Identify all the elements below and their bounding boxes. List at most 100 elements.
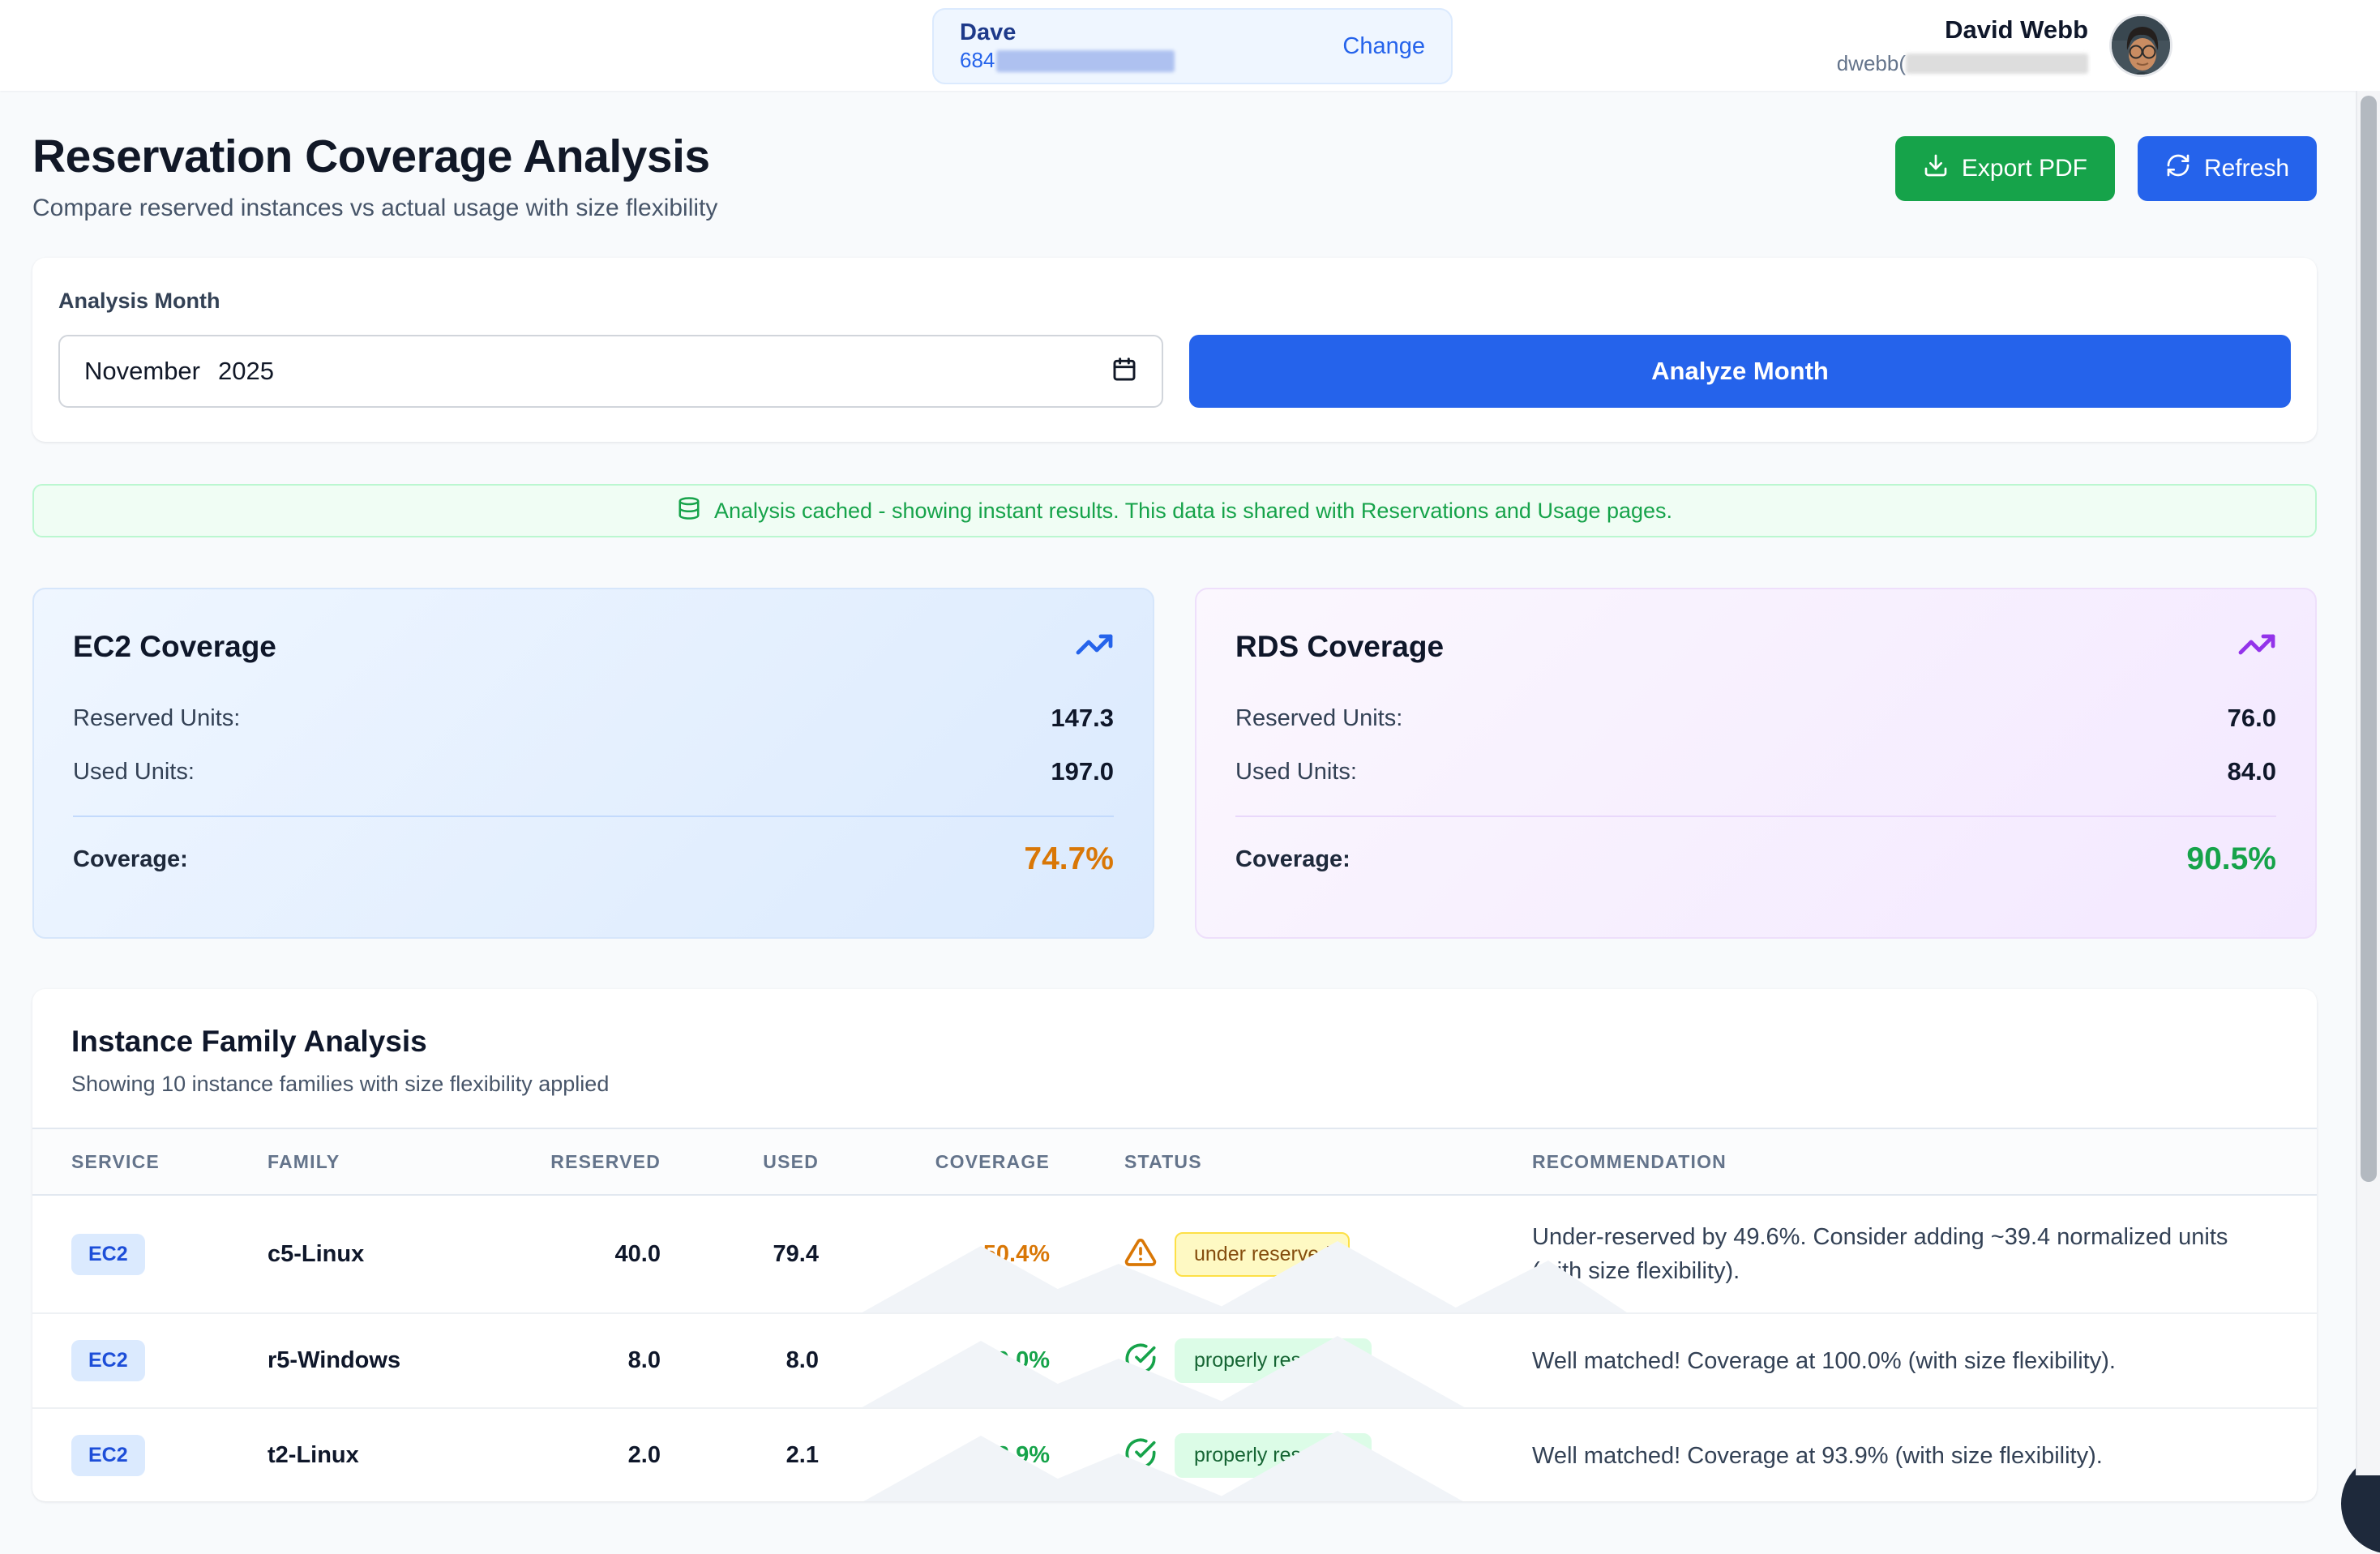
trending-up-icon xyxy=(1075,625,1114,668)
account-info: Dave 684 xyxy=(960,18,1175,75)
coverage-cards: EC2 Coverage Reserved Units: 147.3 Used … xyxy=(32,588,2317,939)
ec2-card-header: EC2 Coverage xyxy=(73,625,1114,668)
reserved-cell: 2.0 xyxy=(503,1442,661,1469)
user-email-prefix: dwebb( xyxy=(1837,51,1906,76)
rds-reserved-label: Reserved Units: xyxy=(1235,705,1402,732)
account-id-prefix: 684 xyxy=(960,47,995,75)
user-avatar[interactable] xyxy=(2109,14,2172,77)
redacted-account-id xyxy=(996,50,1175,72)
col-header-recommendation: Recommendation xyxy=(1500,1151,2278,1173)
user-text: David Webb dwebb( xyxy=(1837,15,2088,76)
rds-coverage-card: RDS Coverage Reserved Units: 76.0 Used U… xyxy=(1195,588,2317,939)
used-cell: 8.0 xyxy=(661,1347,819,1374)
refresh-button[interactable]: Refresh xyxy=(2138,136,2317,201)
rds-coverage-row: Coverage: 90.5% xyxy=(1235,841,2276,877)
recommendation-cell: Well matched! Coverage at 100.0% (with s… xyxy=(1500,1344,2278,1378)
recommendation-cell: Under-reserved by 49.6%. Consider adding… xyxy=(1500,1220,2278,1288)
ec2-coverage-card: EC2 Coverage Reserved Units: 147.3 Used … xyxy=(32,588,1154,939)
alert-triangle-icon xyxy=(1124,1236,1157,1273)
change-account-link[interactable]: Change xyxy=(1342,33,1425,60)
ec2-card-title: EC2 Coverage xyxy=(73,630,276,664)
used-cell: 2.1 xyxy=(661,1442,819,1469)
service-badge: EC2 xyxy=(71,1340,145,1381)
database-icon xyxy=(677,496,701,526)
col-header-family: Family xyxy=(268,1151,503,1173)
instance-family-analysis-card: Instance Family Analysis Showing 10 inst… xyxy=(32,989,2317,1501)
rds-used-value: 84.0 xyxy=(2228,757,2276,786)
status-badge: properly reserved xyxy=(1175,1338,1372,1383)
ec2-coverage-label: Coverage: xyxy=(73,846,188,873)
vertical-scrollbar-thumb[interactable] xyxy=(2361,96,2377,1182)
ec2-reserved-row: Reserved Units: 147.3 xyxy=(73,704,1114,733)
analyze-month-button[interactable]: Analyze Month xyxy=(1189,335,2291,408)
page-heading: Reservation Coverage Analysis Compare re… xyxy=(32,130,717,222)
status-badge: properly reserved xyxy=(1175,1433,1372,1478)
refresh-label: Refresh xyxy=(2204,155,2289,182)
account-id: 684 xyxy=(960,47,1175,75)
status-cell: under reserved xyxy=(1050,1232,1500,1277)
page-title: Reservation Coverage Analysis xyxy=(32,130,717,183)
page-actions: Export PDF Refresh xyxy=(1895,136,2317,201)
user-block: David Webb dwebb( xyxy=(1837,0,2172,91)
service-cell: EC2 xyxy=(71,1340,268,1381)
col-header-reserved: Reserved xyxy=(503,1151,661,1173)
ec2-coverage-value: 74.7% xyxy=(1024,841,1114,877)
month-row: November 2025 Analyze Month xyxy=(58,335,2291,408)
rds-card-header: RDS Coverage xyxy=(1235,625,2276,668)
service-cell: EC2 xyxy=(71,1435,268,1476)
export-pdf-label: Export PDF xyxy=(1962,155,2087,182)
export-pdf-button[interactable]: Export PDF xyxy=(1895,136,2115,201)
coverage-cell: 50.4% xyxy=(819,1241,1050,1268)
check-circle-icon xyxy=(1124,1342,1157,1379)
status-cell: properly reserved xyxy=(1050,1433,1500,1478)
rds-card-divider xyxy=(1235,816,2276,817)
top-header: Dave 684 Change David Webb dwebb( xyxy=(0,0,2380,91)
ec2-reserved-value: 147.3 xyxy=(1051,704,1114,733)
service-badge: EC2 xyxy=(71,1435,145,1476)
calendar-icon[interactable] xyxy=(1111,357,1137,387)
cached-notice-text: Analysis cached - showing instant result… xyxy=(714,499,1672,524)
table-row[interactable]: EC2 r5-Windows 8.0 8.0 100.0% properly r… xyxy=(32,1314,2317,1409)
table-header-block: Instance Family Analysis Showing 10 inst… xyxy=(32,989,2317,1128)
table-column-headers: Service Family Reserved Used Coverage St… xyxy=(32,1128,2317,1196)
rds-reserved-value: 76.0 xyxy=(2228,704,2276,733)
refresh-icon xyxy=(2165,152,2191,185)
coverage-cell: 93.9% xyxy=(819,1442,1050,1469)
analysis-month-label: Analysis Month xyxy=(58,289,2291,314)
ec2-used-row: Used Units: 197.0 xyxy=(73,757,1114,786)
service-cell: EC2 xyxy=(71,1234,268,1275)
rds-used-row: Used Units: 84.0 xyxy=(1235,757,2276,786)
ec2-used-label: Used Units: xyxy=(73,759,195,786)
status-badge: under reserved xyxy=(1175,1232,1350,1277)
table-subtitle: Showing 10 instance families with size f… xyxy=(71,1072,2278,1097)
rds-card-stats: Reserved Units: 76.0 Used Units: 84.0 Co… xyxy=(1235,704,2276,877)
coverage-cell: 100.0% xyxy=(819,1347,1050,1374)
rds-used-label: Used Units: xyxy=(1235,759,1357,786)
month-segment[interactable]: November xyxy=(84,357,200,386)
download-icon xyxy=(1923,152,1949,185)
main-content: Reservation Coverage Analysis Compare re… xyxy=(32,130,2317,1501)
vertical-scrollbar[interactable] xyxy=(2356,91,2380,1475)
cached-notice: Analysis cached - showing instant result… xyxy=(32,484,2317,537)
reserved-cell: 40.0 xyxy=(503,1241,661,1268)
ec2-card-stats: Reserved Units: 147.3 Used Units: 197.0 … xyxy=(73,704,1114,877)
analysis-month-card: Analysis Month November 2025 Analyze Mon… xyxy=(32,258,2317,442)
family-cell: t2-Linux xyxy=(268,1442,503,1469)
account-selector[interactable]: Dave 684 Change xyxy=(932,8,1453,84)
check-circle-icon xyxy=(1124,1437,1157,1474)
table-row[interactable]: EC2 t2-Linux 2.0 2.1 93.9% properly rese… xyxy=(32,1409,2317,1501)
family-cell: r5-Windows xyxy=(268,1347,503,1374)
table-row[interactable]: EC2 c5-Linux 40.0 79.4 50.4% under reser… xyxy=(32,1196,2317,1314)
col-header-coverage: Coverage xyxy=(819,1151,1050,1173)
month-input-value: November 2025 xyxy=(84,357,274,386)
rds-coverage-label: Coverage: xyxy=(1235,846,1351,873)
ec2-card-divider xyxy=(73,816,1114,817)
rds-coverage-value: 90.5% xyxy=(2186,841,2276,877)
month-input[interactable]: November 2025 xyxy=(58,335,1163,408)
col-header-used: Used xyxy=(661,1151,819,1173)
table-title: Instance Family Analysis xyxy=(71,1025,2278,1059)
used-cell: 79.4 xyxy=(661,1241,819,1268)
ec2-coverage-row: Coverage: 74.7% xyxy=(73,841,1114,877)
rds-card-title: RDS Coverage xyxy=(1235,630,1444,664)
year-segment[interactable]: 2025 xyxy=(218,357,274,386)
